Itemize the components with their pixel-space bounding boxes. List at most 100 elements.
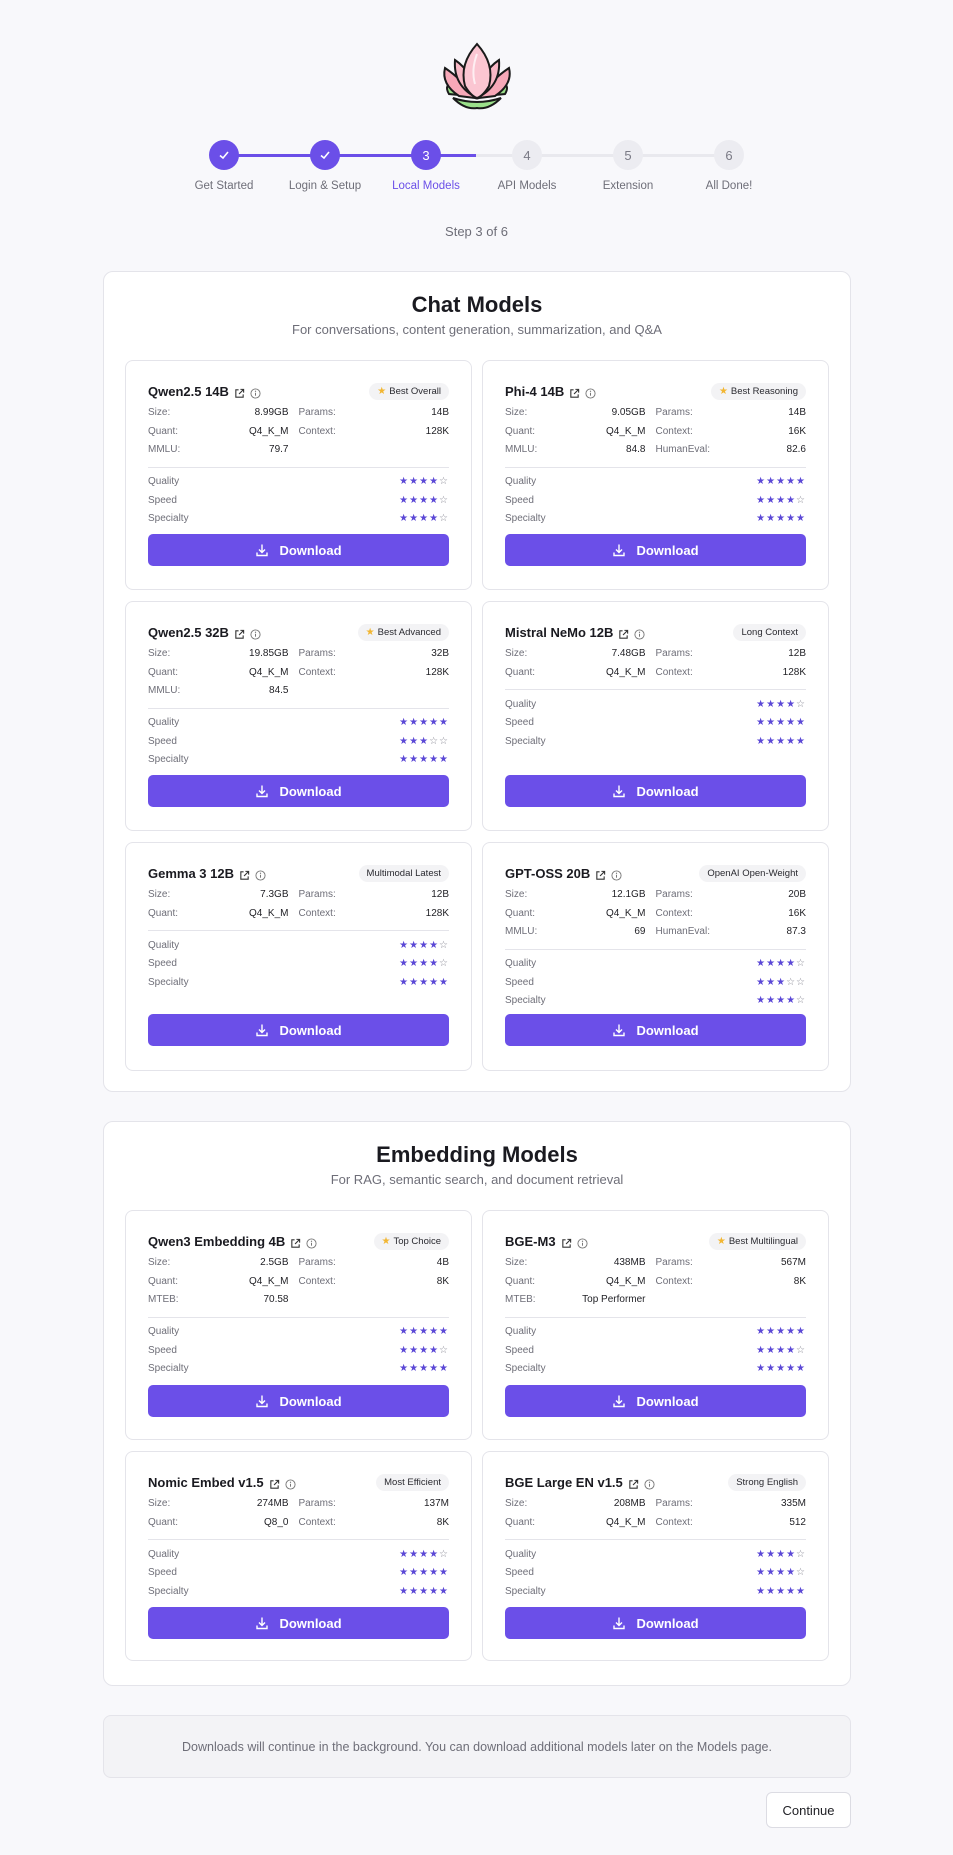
star-filled-icon: ★ [399,1326,410,1338]
download-label: Download [279,542,342,558]
download-button[interactable]: Download [148,775,449,807]
spec-value: 335M [780,1498,806,1509]
model-ratings: Quality ★★★★★ Speed ★★★★☆ Specialty ★★★★★ [505,1316,806,1379]
download-button[interactable]: Download [505,534,806,566]
star-filled-icon: ★ [429,1567,440,1579]
spec-cell: Size: 7.3GB [148,889,299,908]
star-filled-icon: ★ [776,698,787,710]
spec-cell: Context: 16K [656,426,807,445]
star-filled-icon: ★ [796,1363,806,1375]
model-badge: ★ Best Advanced [357,623,449,641]
spec-value: 438MB [613,1257,646,1268]
info-icon[interactable] [577,1236,588,1249]
download-button[interactable]: Download [148,1385,449,1417]
spec-row: Quant: Q4_K_M Context: 512 [505,1517,806,1536]
spec-cell: Params: 20B [656,889,807,908]
model-name: Mistral NeMo 12B [505,624,614,640]
spec-key: Size: [505,889,528,900]
info-icon[interactable] [644,1477,655,1490]
rating-row: Quality ★★★★★ [505,1323,806,1342]
star-filled-icon: ★ [756,1344,767,1356]
spec-value: 14B [788,407,806,418]
info-icon[interactable] [255,868,266,881]
spec-value: Q4_K_M [606,1275,646,1287]
info-icon[interactable] [250,386,261,399]
info-icon[interactable] [250,627,261,640]
info-icon[interactable] [285,1477,296,1490]
spec-cell: MMLU: 69 [505,926,656,945]
model-badge: ★ Best Reasoning [710,382,806,400]
external-link-icon[interactable] [290,1236,301,1248]
rating-row: Speed ★★★☆☆ [505,973,806,992]
external-link-icon[interactable] [595,868,606,880]
external-link-icon[interactable] [234,386,245,398]
download-label: Download [636,1393,699,1409]
rating-label: Speed [148,494,177,506]
star-filled-icon: ★ [796,717,806,729]
star-filled-icon: ★ [439,717,449,729]
spec-key: Params: [655,648,693,659]
star-filled-icon: ★ [399,717,410,729]
step-number: 6 [714,140,744,170]
star-filled-icon: ★ [419,494,430,506]
rating-label: Specialty [148,754,189,766]
spec-key: Size: [148,407,171,418]
spec-cell: Quant: Q4_K_M [505,1517,656,1536]
download-button[interactable]: Download [148,1014,449,1046]
rating-label: Speed [505,717,534,729]
spec-cell: Size: 7.48GB [505,648,656,667]
spec-key: MMLU: [505,444,538,455]
star-filled-icon: ★ [409,1326,420,1338]
spec-row: MMLU: 69 HumanEval: 87.3 [505,926,806,945]
external-link-icon[interactable] [234,627,245,639]
external-link-icon[interactable] [269,1477,280,1489]
info-icon[interactable] [611,868,622,881]
external-link-icon[interactable] [239,868,250,880]
external-link-icon[interactable] [628,1477,639,1489]
star-filled-icon: ★ [756,698,767,710]
spec-value: Q4_K_M [249,1275,289,1287]
spec-key: Size: [505,648,528,659]
external-link-icon[interactable] [618,627,629,639]
star-rating: ★★★★★ [399,1326,449,1337]
star-empty-icon: ☆ [439,1548,449,1560]
spec-cell: Params: 335M [656,1498,807,1517]
section-title: Embedding Models [376,1142,578,1167]
download-button[interactable]: Download [505,1607,806,1639]
step-label: Local Models [392,180,460,192]
rating-row: Quality ★★★★★ [505,473,806,492]
spec-value: 12B [788,648,806,659]
continue-button[interactable]: Continue [766,1792,851,1828]
rating-row: Specialty ★★★★★ [148,973,449,992]
star-empty-icon: ☆ [796,1567,806,1579]
check-icon [310,140,340,170]
info-icon[interactable] [306,1236,317,1249]
spec-key: Context: [298,425,336,437]
spec-cell: Context: 8K [656,1276,807,1295]
star-filled-icon: ★ [786,995,797,1007]
info-icon[interactable] [634,627,645,640]
card-header: BGE-M3 ★ Best Multilingual [505,1231,806,1251]
download-button[interactable]: Download [505,775,806,807]
external-link-icon[interactable] [569,386,580,398]
spec-key: Params: [298,1257,336,1268]
spec-cell: Params: 567M [656,1257,807,1276]
spec-value: 70.58 [263,1294,289,1305]
spec-value: 274MB [256,1498,289,1509]
external-link-icon[interactable] [561,1236,572,1248]
download-icon [255,543,269,557]
star-filled-icon: ★ [766,1363,777,1375]
download-button[interactable]: Download [148,534,449,566]
info-icon[interactable] [585,386,596,399]
model-specs: Size: 274MB Params: 137M Quant: Q8_0 Context: 8… [148,1498,449,1535]
star-empty-icon: ☆ [439,958,449,970]
star-filled-icon: ★ [766,513,777,525]
spec-cell: Quant: Q4_K_M [505,426,656,445]
star-filled-icon: ★ [399,494,410,506]
star-rating: ★★★★★ [756,1363,806,1374]
spec-key: Size: [148,1498,171,1509]
download-button[interactable]: Download [505,1385,806,1417]
download-button[interactable]: Download [505,1014,806,1046]
download-button[interactable]: Download [148,1607,449,1639]
download-icon [612,1023,626,1037]
